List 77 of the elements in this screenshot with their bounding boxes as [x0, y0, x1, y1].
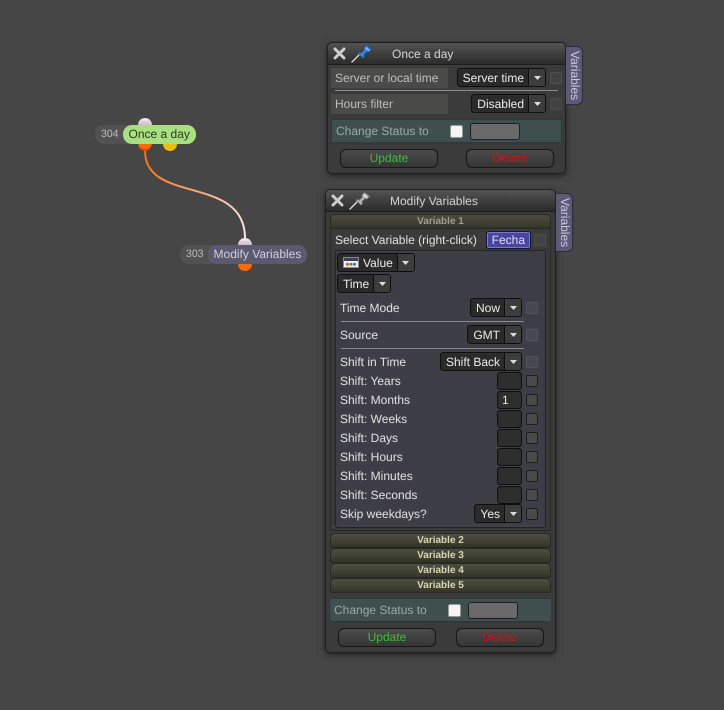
- pushpin-icon[interactable]: [349, 192, 371, 210]
- output-port[interactable]: [238, 264, 252, 271]
- caret-icon: [504, 353, 521, 370]
- status-field[interactable]: [468, 602, 518, 618]
- caret-icon: [504, 505, 521, 522]
- status-label: Change Status to: [336, 123, 430, 140]
- pushpin-icon[interactable]: [351, 44, 373, 62]
- field-label: Server or local time: [331, 68, 448, 88]
- field-label: Hours filter: [331, 94, 448, 114]
- accordion-header[interactable]: Variable 2: [330, 533, 551, 548]
- input-port[interactable]: [138, 118, 152, 125]
- caret-icon: [528, 95, 545, 112]
- number-field[interactable]: [497, 448, 522, 466]
- checkbox[interactable]: [526, 432, 538, 444]
- checkbox[interactable]: [526, 450, 538, 462]
- field-label: Skip weekdays?: [340, 506, 427, 522]
- variable-button[interactable]: Fecha: [486, 232, 530, 248]
- update-button[interactable]: Update: [340, 149, 438, 168]
- dropdown[interactable]: Now: [470, 298, 522, 317]
- caret-icon: [528, 69, 545, 86]
- checkbox[interactable]: [526, 488, 538, 500]
- field-label: Source: [340, 326, 378, 344]
- window-title: Modify Variables: [390, 192, 479, 210]
- close-icon[interactable]: [331, 194, 344, 207]
- side-tab[interactable]: Variables: [566, 46, 583, 106]
- caret-icon: [504, 326, 521, 343]
- field-label: Select Variable (right-click): [335, 232, 477, 249]
- dropdown[interactable]: Yes: [474, 504, 522, 523]
- dropdown[interactable]: Disabled: [471, 94, 546, 113]
- number-field[interactable]: 1: [497, 390, 522, 408]
- field-label: Shift: Seconds: [340, 486, 418, 504]
- field-label: Shift: Weeks: [340, 410, 408, 428]
- caret-icon: [396, 254, 414, 271]
- field-label: Shift: Hours: [340, 448, 403, 466]
- accordion-header[interactable]: Variable 1: [330, 214, 551, 229]
- checkbox[interactable]: [526, 412, 538, 424]
- checkbox[interactable]: [526, 508, 538, 520]
- checkbox[interactable]: [448, 604, 461, 616]
- number-field[interactable]: [497, 466, 522, 484]
- dropdown[interactable]: Shift Back: [440, 352, 522, 371]
- accordion-header[interactable]: Variable 3: [330, 548, 551, 563]
- input-port[interactable]: [238, 238, 252, 245]
- node-title[interactable]: Modify Variables: [208, 245, 308, 264]
- side-tab[interactable]: Variables: [556, 193, 573, 252]
- checkbox[interactable]: [526, 394, 538, 406]
- output-port[interactable]: [163, 144, 177, 151]
- window-title: Once a day: [392, 46, 454, 62]
- field-label: Shift: Minutes: [340, 468, 413, 484]
- field-label: Time Mode: [340, 300, 400, 316]
- number-field[interactable]: [497, 410, 522, 428]
- number-field[interactable]: [497, 428, 522, 446]
- node-number: 303: [180, 245, 213, 264]
- dropdown[interactable]: GMT: [467, 325, 522, 344]
- card-dots-icon: [343, 257, 359, 268]
- field-label: Shift in Time: [340, 354, 406, 370]
- checkbox[interactable]: [526, 470, 538, 482]
- field-label: Shift: Days: [340, 430, 398, 446]
- node-title[interactable]: Once a day: [122, 125, 196, 144]
- checkbox[interactable]: [526, 374, 538, 386]
- checkbox[interactable]: [450, 124, 463, 138]
- node-number: 304: [95, 125, 128, 144]
- status-field[interactable]: [470, 122, 520, 140]
- field-label: Shift: Months: [340, 392, 410, 408]
- caret-icon: [504, 299, 521, 316]
- dropdown[interactable]: Time: [337, 274, 392, 293]
- accordion-header[interactable]: Variable 4: [330, 563, 551, 578]
- field-label: Shift: Years: [340, 372, 401, 390]
- update-button[interactable]: Update: [338, 628, 436, 647]
- accordion-header[interactable]: Variable 5: [330, 578, 551, 593]
- caret-icon: [373, 275, 390, 292]
- number-field[interactable]: [497, 486, 522, 504]
- dropdown[interactable]: Value: [337, 253, 415, 272]
- number-field[interactable]: [497, 372, 522, 390]
- status-label: Change Status to: [334, 602, 428, 619]
- output-port[interactable]: [138, 144, 152, 151]
- dropdown[interactable]: Server time: [456, 68, 546, 87]
- close-icon[interactable]: [333, 47, 346, 60]
